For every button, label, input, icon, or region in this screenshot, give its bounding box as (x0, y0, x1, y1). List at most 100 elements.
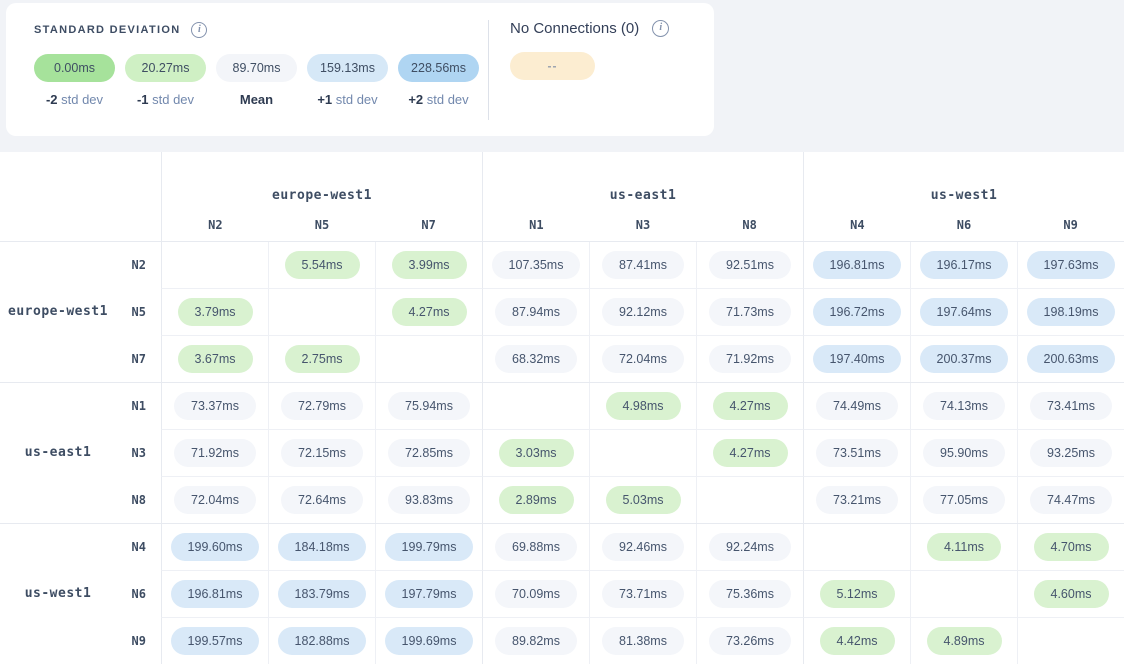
column-node-label: N7 (375, 218, 482, 232)
latency-pill[interactable]: 71.92ms (709, 345, 791, 373)
latency-pill[interactable]: 199.79ms (385, 533, 474, 561)
latency-pill[interactable]: 199.60ms (171, 533, 260, 561)
latency-pill[interactable]: 197.64ms (920, 298, 1009, 326)
latency-pill[interactable]: 75.36ms (709, 580, 791, 608)
latency-pill[interactable]: 87.94ms (495, 298, 577, 326)
latency-pill[interactable]: 196.81ms (813, 251, 902, 279)
latency-pill[interactable]: 73.71ms (602, 580, 684, 608)
latency-cell: 200.37ms (910, 335, 1017, 382)
latency-pill[interactable]: 93.83ms (388, 486, 470, 514)
latency-pill[interactable]: 70.09ms (495, 580, 577, 608)
row-header: europe-west1N5 (0, 288, 161, 335)
latency-pill[interactable]: 199.57ms (171, 627, 260, 655)
latency-pill[interactable]: 4.11ms (927, 533, 1001, 561)
info-icon[interactable]: i (191, 22, 207, 38)
latency-cell: 197.79ms (375, 570, 482, 617)
latency-pill[interactable]: 5.54ms (285, 251, 360, 279)
latency-pill[interactable]: 92.24ms (709, 533, 791, 561)
latency-pill[interactable]: 77.05ms (923, 486, 1005, 514)
latency-pill[interactable]: 4.98ms (606, 392, 681, 420)
latency-cell (161, 242, 268, 288)
latency-pill[interactable]: 73.21ms (816, 486, 898, 514)
latency-pill[interactable]: 4.27ms (713, 392, 788, 420)
latency-pill[interactable]: 69.88ms (495, 533, 577, 561)
latency-cell: 4.11ms (910, 524, 1017, 570)
latency-pill[interactable]: 74.49ms (816, 392, 898, 420)
latency-pill[interactable]: 93.25ms (1030, 439, 1112, 467)
latency-pill[interactable]: 72.85ms (388, 439, 470, 467)
latency-pill[interactable]: 4.89ms (927, 627, 1002, 655)
latency-cell: 3.79ms (161, 288, 268, 335)
latency-cell (589, 429, 696, 476)
latency-pill[interactable]: 73.37ms (174, 392, 256, 420)
latency-pill[interactable]: 200.37ms (920, 345, 1009, 373)
latency-pill[interactable]: 92.51ms (709, 251, 791, 279)
latency-pill[interactable]: 3.99ms (392, 251, 467, 279)
latency-pill[interactable]: 4.27ms (713, 439, 788, 467)
latency-pill[interactable]: 72.79ms (281, 392, 363, 420)
latency-pill[interactable]: 73.41ms (1030, 392, 1112, 420)
latency-pill[interactable]: 75.94ms (388, 392, 470, 420)
legend-stop: 159.13ms+1 std dev (307, 54, 388, 107)
latency-pill[interactable]: 72.04ms (174, 486, 256, 514)
latency-cell: 4.70ms (1017, 524, 1124, 570)
latency-cell: 3.99ms (375, 242, 482, 288)
latency-pill[interactable]: 72.04ms (602, 345, 684, 373)
latency-pill[interactable]: 197.63ms (1027, 251, 1116, 279)
latency-pill[interactable]: 5.03ms (606, 486, 681, 514)
legend-stop-label: +2 std dev (408, 92, 468, 107)
latency-pill[interactable]: 200.63ms (1027, 345, 1116, 373)
latency-pill[interactable]: 72.15ms (281, 439, 363, 467)
latency-pill[interactable]: 2.75ms (285, 345, 360, 373)
info-icon[interactable]: i (652, 20, 669, 37)
latency-pill[interactable]: 71.73ms (709, 298, 791, 326)
latency-cell: 199.69ms (375, 617, 482, 664)
latency-pill[interactable]: 107.35ms (492, 251, 581, 279)
latency-matrix: europe-west1N2N5N7us-east1N1N3N8us-west1… (0, 152, 1124, 672)
column-node-label: N8 (696, 218, 803, 232)
latency-pill[interactable]: 4.42ms (820, 627, 895, 655)
latency-pill[interactable]: 81.38ms (602, 627, 684, 655)
latency-cell (375, 335, 482, 382)
latency-pill[interactable]: 184.18ms (278, 533, 367, 561)
latency-pill[interactable]: 183.79ms (278, 580, 367, 608)
latency-pill[interactable]: 196.17ms (920, 251, 1009, 279)
latency-pill[interactable]: 4.60ms (1034, 580, 1109, 608)
latency-pill[interactable]: 74.13ms (923, 392, 1005, 420)
latency-pill[interactable]: 68.32ms (495, 345, 577, 373)
latency-pill[interactable]: 3.79ms (178, 298, 253, 326)
latency-cell: 196.72ms (803, 288, 910, 335)
latency-pill[interactable]: 72.64ms (281, 486, 363, 514)
latency-pill[interactable]: 196.81ms (171, 580, 260, 608)
latency-pill[interactable]: 5.12ms (820, 580, 895, 608)
matrix-header: europe-west1N2N5N7us-east1N1N3N8us-west1… (0, 152, 1124, 241)
latency-cell: 74.47ms (1017, 476, 1124, 523)
legend-stop: 228.56ms+2 std dev (398, 54, 479, 107)
latency-pill[interactable]: 199.69ms (385, 627, 474, 655)
latency-pill[interactable]: 196.72ms (813, 298, 902, 326)
latency-pill[interactable]: 95.90ms (923, 439, 1005, 467)
latency-pill[interactable]: 3.03ms (499, 439, 574, 467)
latency-pill[interactable]: 92.12ms (602, 298, 684, 326)
latency-pill[interactable]: 71.92ms (174, 439, 256, 467)
latency-pill[interactable]: 87.41ms (602, 251, 684, 279)
latency-cell: 93.25ms (1017, 429, 1124, 476)
latency-pill[interactable]: 74.47ms (1030, 486, 1112, 514)
latency-pill[interactable]: 4.70ms (1034, 533, 1109, 561)
matrix-row: N872.04ms72.64ms93.83ms2.89ms5.03ms73.21… (0, 476, 1124, 523)
latency-pill[interactable]: 2.89ms (499, 486, 574, 514)
latency-pill[interactable]: 92.46ms (602, 533, 684, 561)
latency-pill[interactable]: 73.51ms (816, 439, 898, 467)
latency-pill[interactable]: 89.82ms (495, 627, 577, 655)
latency-pill[interactable]: 3.67ms (178, 345, 253, 373)
latency-pill[interactable]: 182.88ms (278, 627, 367, 655)
latency-cell: 198.19ms (1017, 288, 1124, 335)
latency-cell: 92.51ms (696, 242, 803, 288)
latency-cell (1017, 617, 1124, 664)
latency-pill[interactable]: 198.19ms (1027, 298, 1116, 326)
latency-pill[interactable]: 197.40ms (813, 345, 902, 373)
latency-pill[interactable]: 73.26ms (709, 627, 791, 655)
latency-pill[interactable]: 197.79ms (385, 580, 474, 608)
latency-pill[interactable]: 4.27ms (392, 298, 467, 326)
latency-cell: 183.79ms (268, 570, 375, 617)
